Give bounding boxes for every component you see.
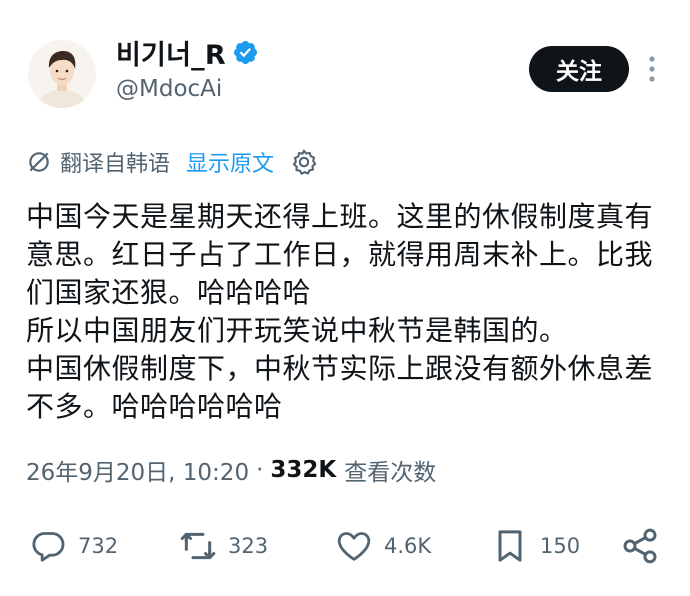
author-name-row[interactable]: 비기너_R (116, 32, 259, 72)
like-button[interactable]: 4.6K (334, 524, 431, 568)
like-count: 4.6K (384, 534, 432, 558)
tweet-meta: 26年9月20日, 10:20 · 332K 查看次数 (26, 452, 436, 488)
retweet-button[interactable]: 323 (178, 524, 268, 568)
verified-badge-icon (233, 40, 257, 64)
meta-separator: · (256, 457, 264, 483)
share-button[interactable] (620, 524, 660, 568)
views-label: 查看次数 (344, 460, 437, 486)
translate-icon (29, 152, 49, 172)
avatar[interactable] (28, 40, 96, 108)
retweet-count: 323 (228, 534, 269, 558)
reply-icon (32, 532, 65, 562)
tweet-timestamp[interactable]: 26年9月20日, 10:20 (26, 453, 249, 487)
views-count: 332K (270, 457, 337, 483)
author-handle[interactable]: @MdocAi (116, 76, 222, 102)
bookmark-icon (498, 530, 522, 562)
settings-gear-icon[interactable] (290, 148, 318, 176)
share-icon (623, 528, 657, 564)
follow-button[interactable]: 关注 (529, 46, 629, 92)
translated-from-label: 翻译自韩语 (60, 152, 171, 177)
tweet-text: 中国今天是星期天还得上班。这里的休假制度真有意思。红日子占了工作日，就得用周末补… (26, 200, 654, 423)
reply-button[interactable]: 732 (28, 524, 118, 568)
reply-count: 732 (78, 534, 119, 558)
translation-row: 翻译自韩语 显示原文 (26, 144, 318, 180)
bookmark-button[interactable]: 150 (490, 524, 580, 568)
author-display-name[interactable]: 비기너_R (116, 33, 226, 72)
like-heart-icon (337, 532, 371, 561)
bookmark-count: 150 (540, 534, 581, 558)
tweet-detail: 비기너_R @MdocAi 关注 翻译自韩语 显示原文 中国今天是星期天还得上班… (0, 0, 690, 596)
show-original-link[interactable]: 显示原文 (186, 146, 274, 178)
more-vertical-icon[interactable] (640, 52, 664, 86)
retweet-icon (180, 532, 216, 560)
